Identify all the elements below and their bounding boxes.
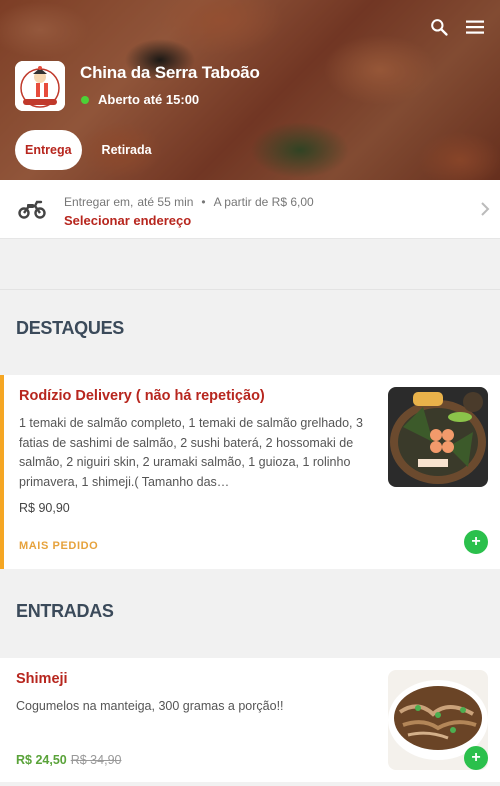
add-to-cart-button[interactable]: + (464, 746, 488, 770)
delivery-time: até 55 min (137, 195, 194, 209)
section-title-destaques: DESTAQUES (16, 318, 124, 338)
divider (0, 289, 500, 290)
menu-icon[interactable] (464, 16, 486, 38)
store-header-banner: China da Serra Taboão Aberto até 15:00 E… (0, 0, 500, 180)
product-description: 1 temaki de salmão completo, 1 temaki de… (19, 416, 363, 489)
open-status-dot (81, 95, 89, 104)
add-to-cart-button[interactable]: + (464, 530, 488, 554)
product-price: R$ 90,90 (19, 501, 70, 515)
delivery-address-selector[interactable]: Entregar em, até 55 min • A partir de R$… (0, 180, 500, 239)
product-price-row: R$ 24,50 R$ 34,90 (16, 753, 121, 767)
section-title-entradas: ENTRADAS (16, 601, 114, 621)
most-ordered-badge: MAIS PEDIDO (19, 540, 99, 552)
store-status: Aberto até 15:00 (81, 92, 199, 107)
store-hours: Aberto até 15:00 (98, 92, 200, 107)
product-card-rodizio[interactable]: Rodízio Delivery ( não há repetição) 1 t… (0, 375, 500, 569)
select-address-link[interactable]: Selecionar endereço (64, 213, 191, 228)
store-name: China da Serra Taboão (80, 63, 260, 82)
motorcycle-icon (18, 197, 46, 226)
tab-retirada[interactable]: Retirada (92, 130, 162, 170)
product-card-shimeji[interactable]: Shimeji Cogumelos na manteiga, 300 grama… (0, 658, 500, 782)
delivery-min-price: A partir de R$ 6,00 (213, 195, 314, 209)
bullet-separator: • (201, 195, 206, 209)
product-old-price: R$ 34,90 (70, 753, 122, 767)
tab-entrega[interactable]: Entrega (15, 130, 82, 170)
delivery-info: Entregar em, até 55 min • A partir de R$… (64, 195, 314, 209)
store-logo (15, 61, 65, 111)
product-name: Shimeji (16, 671, 68, 687)
order-type-tabs: Entrega Retirada (15, 130, 162, 170)
product-price: R$ 24,50 (16, 753, 67, 767)
delivery-label: Entregar em, (64, 195, 134, 209)
product-description: Cogumelos na manteiga, 300 gramas a porç… (16, 699, 284, 713)
search-icon[interactable] (428, 16, 450, 38)
chevron-right-icon (480, 201, 490, 222)
product-name: Rodízio Delivery ( não há repetição) (19, 388, 265, 404)
product-image (388, 387, 488, 487)
